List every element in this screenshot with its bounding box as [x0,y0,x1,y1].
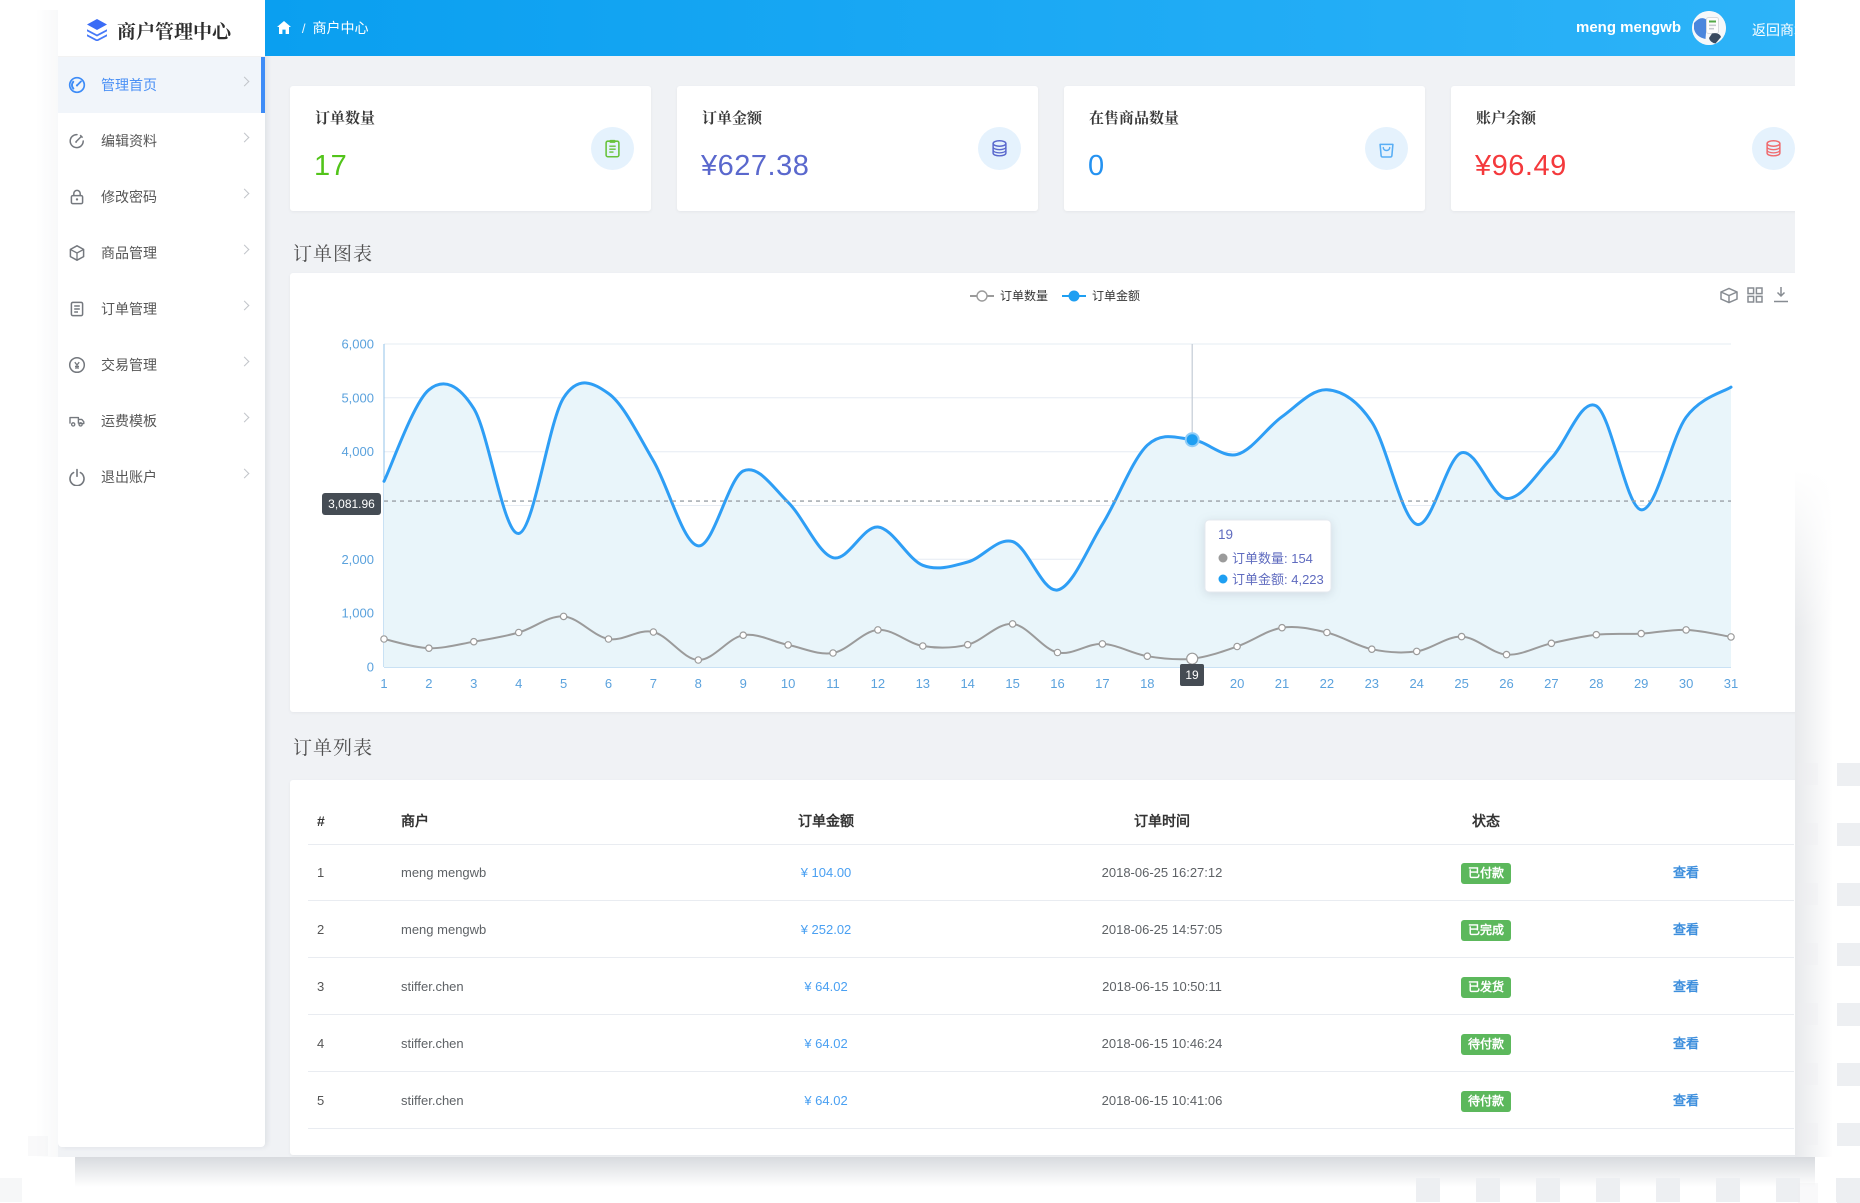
svg-text:订单数量: 订单数量 [1000,288,1048,303]
svg-text:5: 5 [560,676,567,691]
svg-text:10: 10 [781,676,795,691]
svg-text:订单金额: 4,223: 订单金额: 4,223 [1232,572,1324,587]
svg-text:27: 27 [1544,676,1558,691]
svg-text:1,000: 1,000 [341,606,374,621]
svg-text:21: 21 [1275,676,1289,691]
svg-text:19: 19 [1185,668,1199,682]
svg-text:8: 8 [695,676,702,691]
svg-text:19: 19 [1218,527,1233,542]
svg-text:16: 16 [1050,676,1064,691]
svg-text:15: 15 [1005,676,1019,691]
svg-text:6,000: 6,000 [341,337,374,352]
svg-text:6: 6 [605,676,612,691]
svg-text:2,000: 2,000 [341,552,374,567]
svg-text:5,000: 5,000 [341,390,374,405]
svg-text:2: 2 [425,676,432,691]
svg-text:24: 24 [1409,676,1423,691]
svg-text:17: 17 [1095,676,1109,691]
svg-text:26: 26 [1499,676,1513,691]
svg-text:4: 4 [515,676,522,691]
svg-text:23: 23 [1365,676,1379,691]
svg-text:18: 18 [1140,676,1154,691]
svg-text:30: 30 [1679,676,1693,691]
svg-text:7: 7 [650,676,657,691]
svg-text:20: 20 [1230,676,1244,691]
svg-text:14: 14 [960,676,974,691]
svg-text:9: 9 [740,676,747,691]
svg-text:12: 12 [871,676,885,691]
svg-text:订单数量: 154: 订单数量: 154 [1232,551,1313,566]
svg-text:4,000: 4,000 [341,444,374,459]
svg-text:11: 11 [826,676,840,691]
svg-text:订单金额: 订单金额 [1092,288,1140,303]
svg-text:31: 31 [1724,676,1738,691]
svg-text:13: 13 [916,676,930,691]
svg-text:0: 0 [367,660,374,675]
svg-text:3,081.96: 3,081.96 [328,497,375,511]
svg-text:3: 3 [470,676,477,691]
svg-text:28: 28 [1589,676,1603,691]
svg-text:1: 1 [380,676,387,691]
svg-text:29: 29 [1634,676,1648,691]
svg-text:22: 22 [1320,676,1334,691]
svg-text:25: 25 [1454,676,1468,691]
